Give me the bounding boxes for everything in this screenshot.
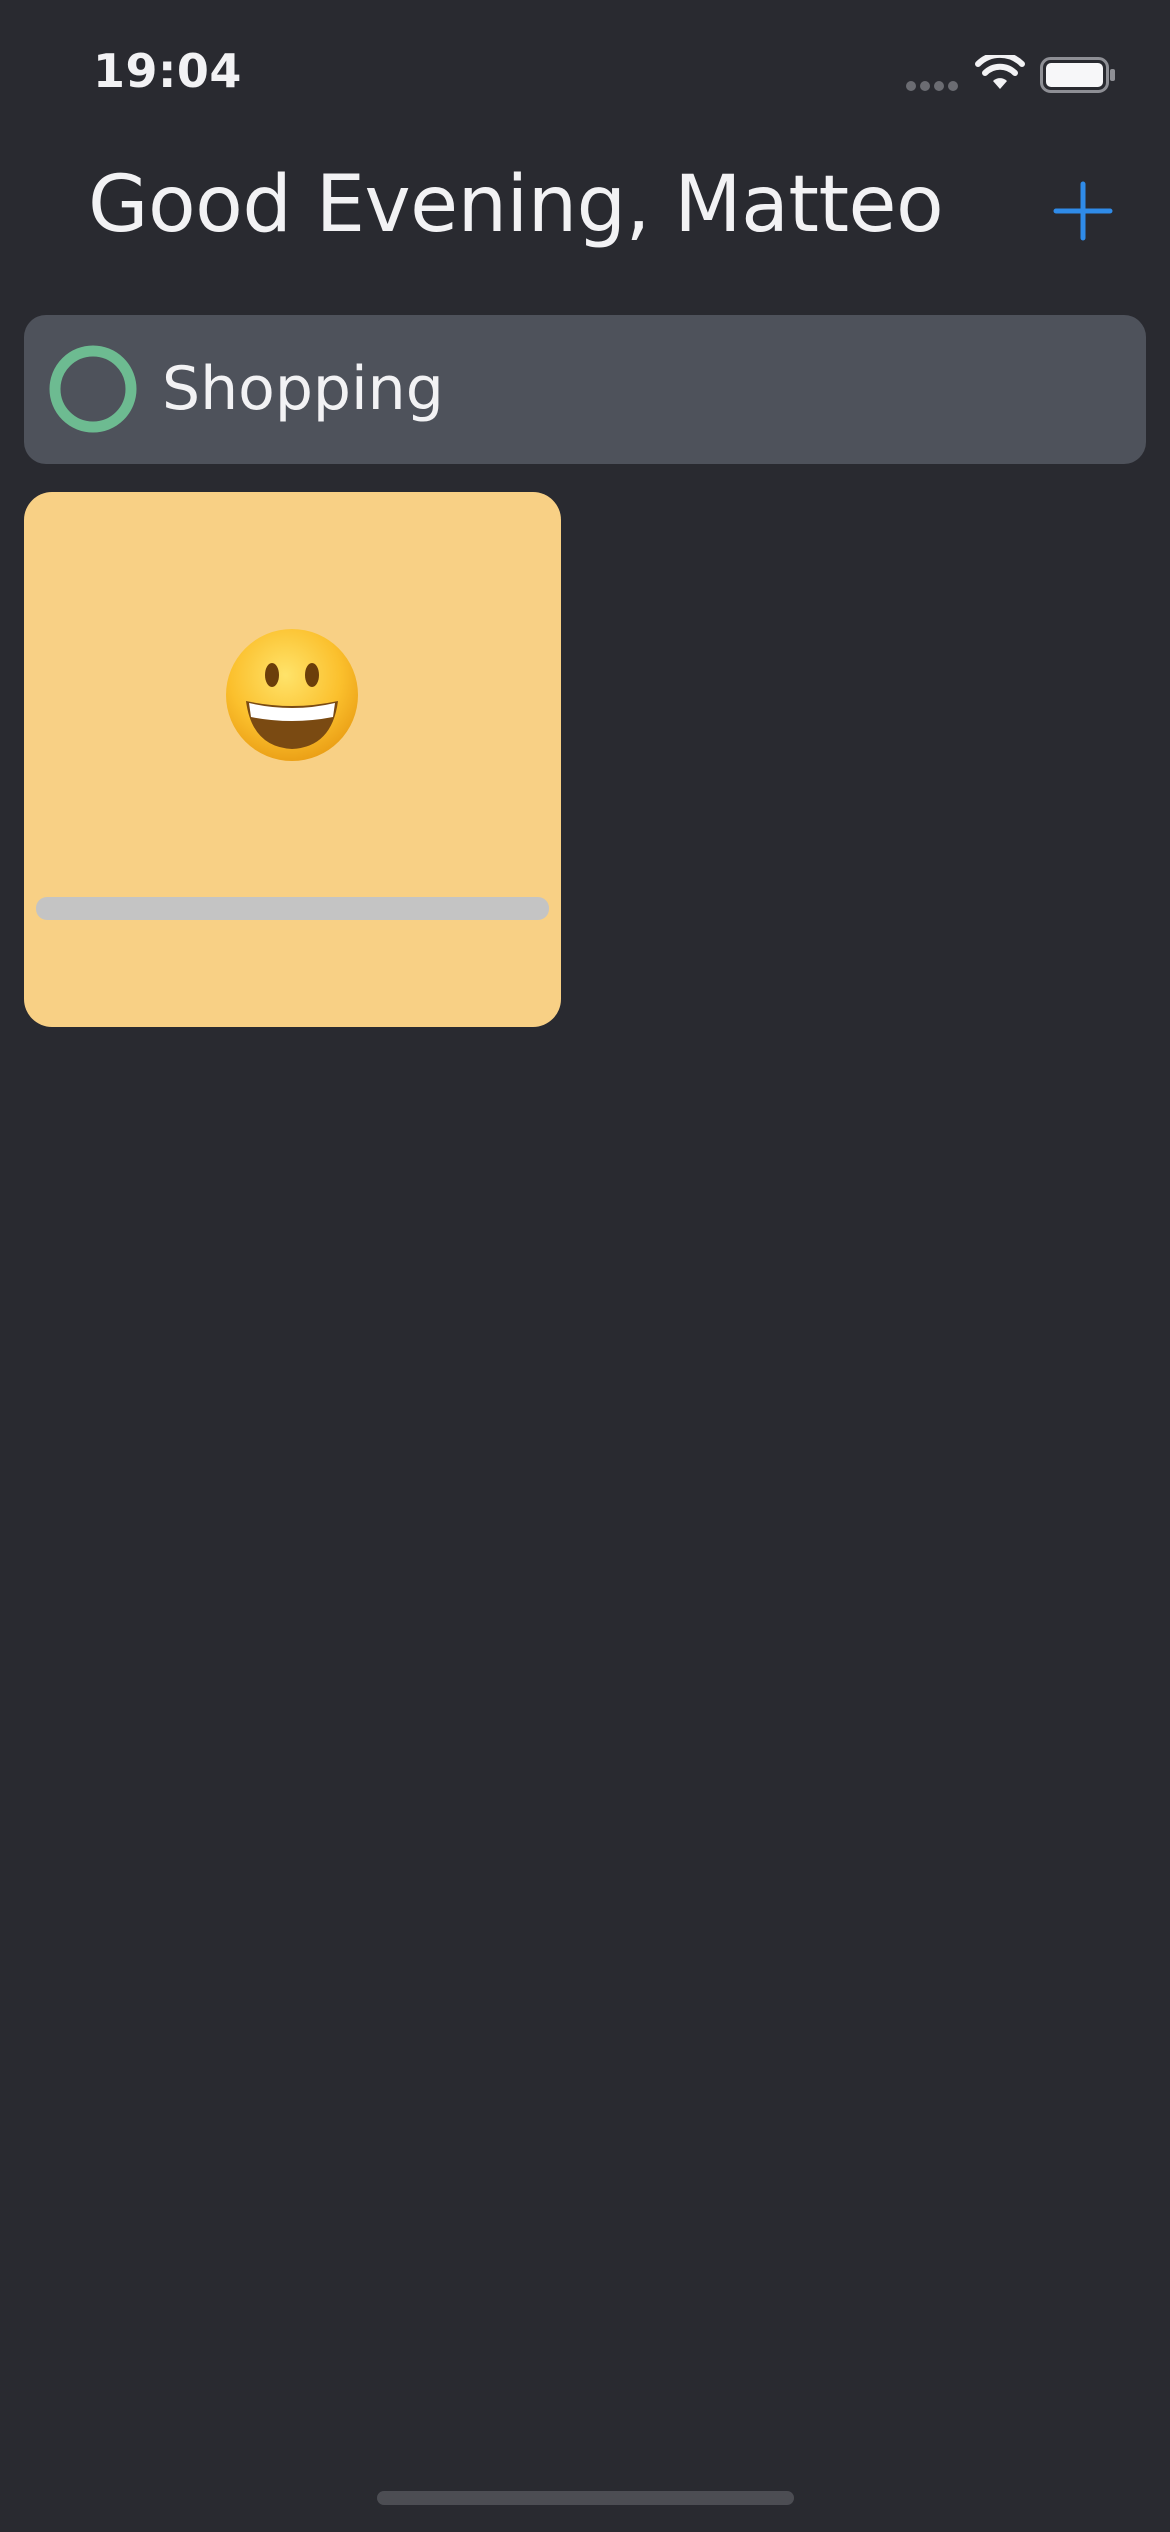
mood-card[interactable] bbox=[24, 492, 561, 1027]
battery-icon bbox=[1040, 57, 1115, 93]
home-indicator[interactable] bbox=[377, 2491, 794, 2505]
grinning-face-icon bbox=[226, 629, 358, 761]
page-title: Good Evening, Matteo bbox=[88, 160, 944, 250]
status-time: 19:04 bbox=[93, 44, 242, 98]
list-row-shopping[interactable]: Shopping bbox=[24, 315, 1146, 464]
card-progress-bar bbox=[36, 897, 549, 920]
plus-icon bbox=[1053, 181, 1113, 241]
cellular-signal-icon bbox=[906, 81, 960, 91]
add-button[interactable] bbox=[1052, 180, 1114, 242]
list-row-label: Shopping bbox=[162, 354, 444, 424]
wifi-icon bbox=[975, 55, 1025, 89]
ring-icon bbox=[49, 345, 137, 433]
